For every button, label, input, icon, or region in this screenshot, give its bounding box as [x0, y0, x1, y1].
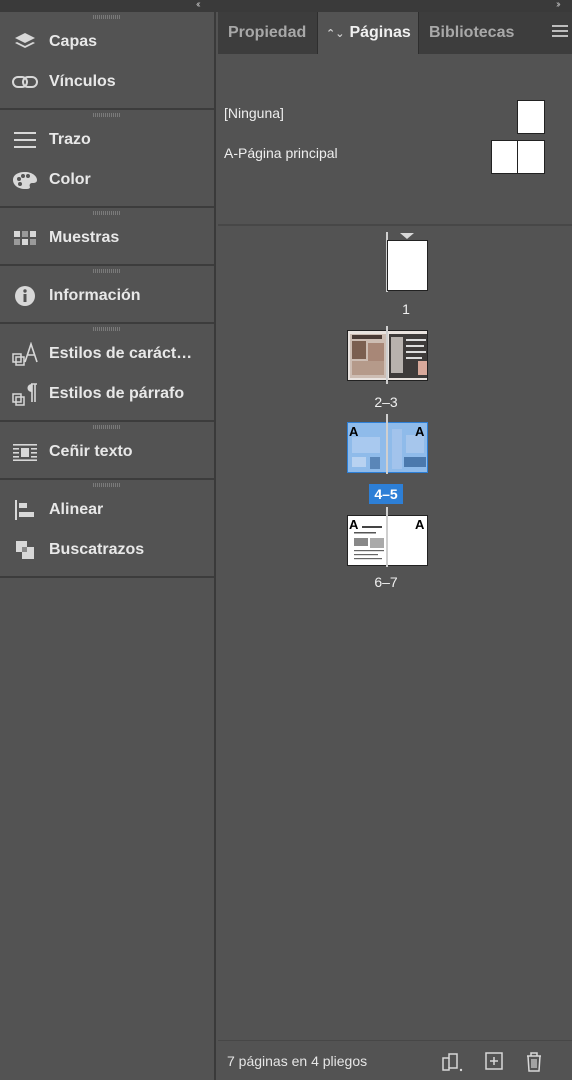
dock-item-color[interactable]: Color — [0, 160, 214, 200]
page-size-icon[interactable] — [440, 1051, 463, 1073]
palette-icon — [12, 169, 38, 191]
dock-item-alinear[interactable]: Alinear — [0, 490, 214, 530]
group-grip[interactable] — [0, 480, 214, 490]
pages-panel: Propiedad ⌃⌄ Páginas Bibliotecas [Ningun… — [218, 12, 572, 1080]
dock-item-capas[interactable]: Capas — [0, 22, 214, 62]
layers-icon — [12, 31, 38, 53]
dock-group-6: Ceñir texto — [0, 422, 214, 480]
master-prefix-right: A — [415, 517, 425, 532]
dock-item-muestras[interactable]: Muestras — [0, 218, 214, 258]
collapse-left-icon[interactable]: ‹‹ — [196, 0, 200, 10]
tab-propiedades[interactable]: Propiedad — [218, 12, 317, 54]
collapse-right-icon[interactable]: ›› — [556, 0, 560, 10]
dock-item-label: Ceñir texto — [49, 443, 133, 460]
dock-item-trazo[interactable]: Trazo — [0, 120, 214, 160]
new-page-icon[interactable] — [484, 1051, 506, 1073]
master-a-pagina-principal[interactable]: A-Página principal — [218, 136, 572, 174]
tab-paginas[interactable]: ⌃⌄ Páginas — [317, 12, 419, 54]
info-icon — [12, 285, 38, 307]
tab-label: Bibliotecas — [429, 24, 515, 41]
dock-item-informacion[interactable]: Información — [0, 276, 214, 316]
dock-group-1: Capas Vínculos — [0, 12, 214, 110]
spread-spine — [386, 507, 388, 567]
dock-item-estilos-parrafo[interactable]: Estilos de párrafo — [0, 374, 214, 414]
spread-spine — [386, 414, 388, 474]
master-label: A-Página principal — [224, 145, 338, 161]
dock-item-label: Alinear — [49, 501, 104, 518]
dock-item-label: Muestras — [49, 229, 120, 246]
spread-label-selected[interactable]: 4–5 — [369, 484, 403, 504]
group-grip[interactable] — [0, 12, 214, 22]
masters-section: [Ninguna] A-Página principal — [218, 54, 572, 226]
group-grip[interactable] — [0, 266, 214, 276]
group-grip[interactable] — [0, 324, 214, 334]
spread-label[interactable]: 2–3 — [346, 394, 426, 410]
master-none[interactable]: [Ninguna] — [218, 96, 572, 134]
dock-group-7: Alinear Buscatrazos — [0, 480, 214, 578]
master-prefix-left: A — [349, 424, 359, 439]
dock-item-vinculos[interactable]: Vínculos — [0, 62, 214, 102]
page-thumbnail-1[interactable] — [387, 240, 428, 291]
spread-label[interactable]: 1 — [366, 301, 446, 317]
text-wrap-icon — [12, 441, 38, 463]
master-thumbnail — [517, 100, 545, 134]
group-grip[interactable] — [0, 208, 214, 218]
dock-item-label: Color — [49, 171, 91, 188]
pages-section: 1 2–3 A A 4–5 A A 6–7 — [218, 226, 572, 1006]
dock-item-estilos-caracter[interactable]: Estilos de caráct… — [0, 334, 214, 374]
dock-group-5: Estilos de caráct… Estilos de párrafo — [0, 324, 214, 422]
panel-dock: Capas Vínculos Trazo Color Muestras Info… — [0, 12, 216, 1080]
tab-label: Propiedad — [228, 24, 307, 41]
stroke-icon — [12, 129, 38, 151]
paragraph-styles-icon — [12, 383, 38, 406]
top-collapse-bar: ‹‹ ›› — [0, 0, 572, 12]
panel-tab-bar: Propiedad ⌃⌄ Páginas Bibliotecas — [218, 12, 572, 54]
dock-item-label: Buscatrazos — [49, 541, 145, 558]
align-icon — [12, 499, 38, 521]
dock-item-label: Trazo — [49, 131, 91, 148]
master-prefix-left: A — [349, 517, 359, 532]
tab-bibliotecas[interactable]: Bibliotecas — [419, 12, 522, 54]
dock-item-label: Información — [49, 287, 141, 304]
page-one-marker-icon — [400, 233, 414, 239]
pages-panel-footer: 7 páginas en 4 pliegos — [218, 1040, 572, 1080]
dock-group-2: Trazo Color — [0, 110, 214, 208]
swatches-icon — [12, 227, 38, 249]
master-prefix-right: A — [415, 424, 425, 439]
dock-item-label: Estilos de párrafo — [49, 385, 185, 402]
dock-item-label: Capas — [49, 33, 98, 50]
character-styles-icon — [12, 342, 38, 366]
updown-chevron-icon: ⌃⌄ — [326, 27, 345, 40]
links-icon — [12, 71, 38, 93]
dock-item-buscatrazos[interactable]: Buscatrazos — [0, 530, 214, 570]
spread-label[interactable]: 6–7 — [346, 574, 426, 590]
panel-menu-icon[interactable] — [552, 25, 568, 39]
delete-page-icon[interactable] — [524, 1051, 546, 1073]
dock-item-label: Estilos de caráct… — [49, 345, 193, 362]
dock-group-4: Información — [0, 266, 214, 324]
group-grip[interactable] — [0, 110, 214, 120]
dock-item-label: Vínculos — [49, 73, 116, 90]
master-label: [Ninguna] — [224, 105, 284, 121]
group-grip[interactable] — [0, 422, 214, 432]
master-thumbnail-left — [491, 140, 518, 174]
spread-spine — [386, 326, 388, 384]
dock-item-cenir-texto[interactable]: Ceñir texto — [0, 432, 214, 472]
tab-label: Páginas — [349, 24, 411, 41]
page-count-status: 7 páginas en 4 pliegos — [227, 1052, 368, 1069]
pathfinder-icon — [12, 539, 38, 561]
master-thumbnail-right — [517, 140, 545, 174]
dock-group-3: Muestras — [0, 208, 214, 266]
